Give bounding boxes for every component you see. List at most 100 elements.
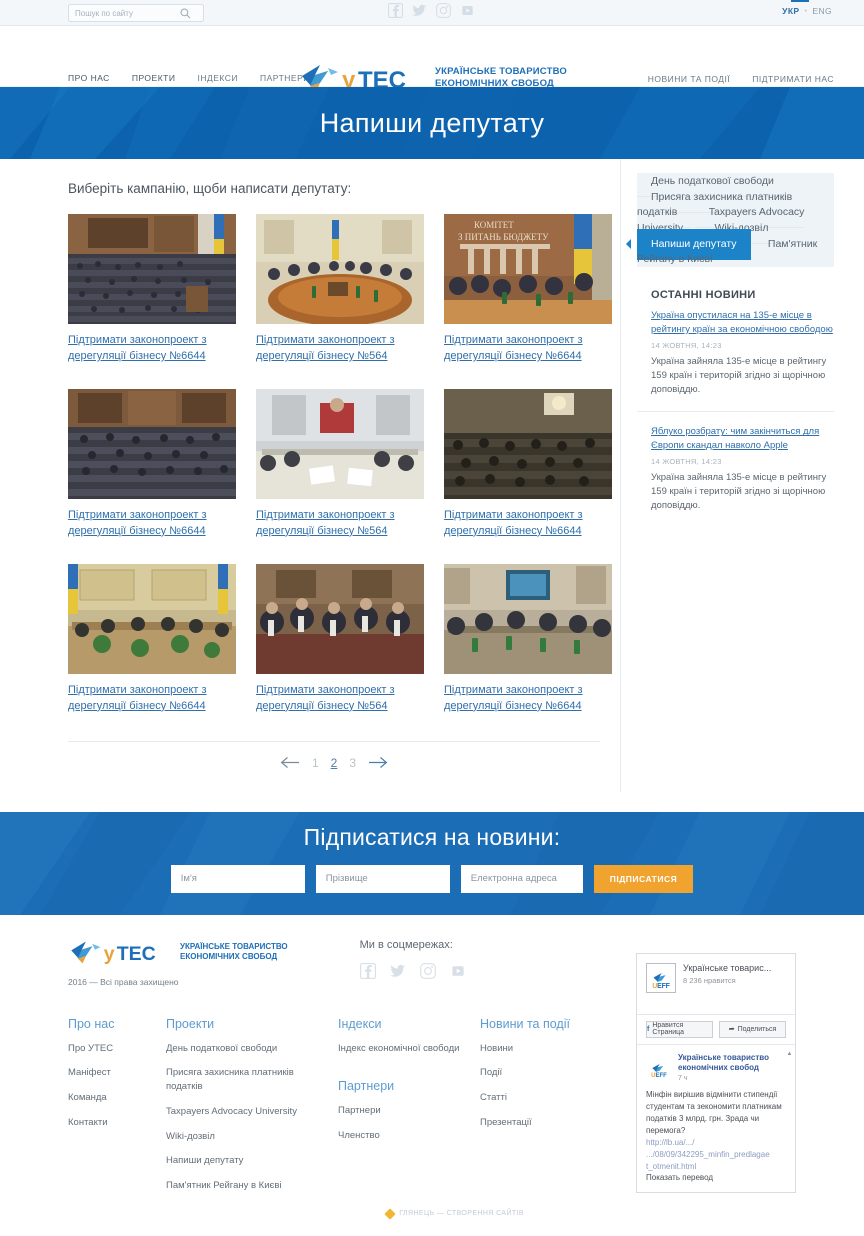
search-input[interactable] [69,8,177,18]
fb-post-author[interactable]: Українське товариство економічних свобод [678,1053,786,1073]
news-title[interactable]: Україна опустилася на 135-е місце в рейт… [651,309,834,337]
lang-ukr[interactable]: УКР [782,6,799,16]
campaign-caption[interactable]: Підтримати законопроект з дерегуляції бі… [444,683,612,715]
campaign-thumbnail[interactable] [444,563,612,674]
utes-bird-icon [653,972,666,982]
footer-link[interactable]: Напиши депутату [166,1154,338,1168]
footer-link[interactable]: Маніфест [68,1066,166,1080]
footer-link[interactable]: Присяга захисника платників податків [166,1066,338,1094]
campaign-thumbnail[interactable] [256,388,424,499]
footer-brand: у ТЕС УКРАЇНСЬКЕ ТОВАРИСТВО ЕКОНОМІЧНИХ … [68,939,288,987]
campaign-thumbnail[interactable] [68,563,236,674]
svg-text:ТЕС: ТЕС [117,943,156,965]
facebook-icon[interactable] [388,3,403,18]
fb-like-page-button[interactable]: f Нравится Страница [646,1020,713,1038]
campaign-card[interactable]: КОМІТЕТ З ПИТАНЬ БЮДЖЕТУ Підтримати зако… [444,214,612,365]
instagram-icon[interactable] [436,3,451,18]
footer-link[interactable]: День податкової свободи [166,1042,338,1056]
campaign-caption[interactable]: Підтримати законопроект з дерегуляції бі… [444,508,612,540]
search-icon[interactable] [177,8,193,19]
footer-sidebar: UEFF Українське товарис... 8 236 нравитс… [620,939,864,1236]
copyright: 2016 — Всі права захищено [68,976,179,987]
twitter-icon[interactable] [389,963,406,979]
section-title: Виберіть кампанію, щоби написати депутат… [68,181,352,196]
footer-link[interactable]: Taxpayers Advocacy University [166,1105,338,1119]
footer-logo[interactable]: у ТЕС УКРАЇНСЬКЕ ТОВАРИСТВО ЕКОНОМІЧНИХ … [68,939,288,965]
campaign-caption[interactable]: Підтримати законопроект з дерегуляції бі… [256,508,424,540]
footer-link[interactable]: Пам'ятник Рейгану в Києві [166,1179,338,1193]
footer-link[interactable]: Членство [338,1129,480,1143]
arrow-right-icon[interactable] [368,756,388,769]
first-name-input[interactable] [170,864,305,893]
campaign-card[interactable]: Підтримати законопроект з дерегуляції бі… [444,388,612,540]
campaign-thumbnail[interactable] [256,214,424,324]
fb-show-translation-link[interactable]: Показать перевод [646,1173,713,1182]
fb-post-link-part2[interactable]: .../08/09/342295_minfin_predlagae [646,1149,786,1161]
footer-link[interactable]: Новини [480,1042,620,1056]
footer-link[interactable]: Партнери [338,1104,480,1118]
campaign-thumbnail[interactable] [256,563,424,674]
campaign-caption[interactable]: Підтримати законопроект з дерегуляції бі… [444,333,612,365]
campaign-card[interactable]: Підтримати законопроект з дерегуляції бі… [444,563,612,715]
campaign-card[interactable]: Підтримати законопроект з дерегуляції бі… [256,388,424,540]
news-excerpt: Україна зайняла 135-е місце в рейтингу 1… [651,355,827,396]
fb-post-header: UEFF Українське товариство економічних с… [646,1052,786,1082]
footer-column-about: Про нас Про УТЕС Маніфест Команда Контак… [68,1017,166,1204]
utes-bird-icon [652,1063,663,1072]
campaign-caption[interactable]: Підтримати законопроект з дерегуляції бі… [68,333,236,365]
svg-text:у: у [104,943,115,965]
footer-link[interactable]: Wiki-дозвіл [166,1130,338,1144]
footer-link[interactable]: Презентації [480,1116,620,1130]
footer-link[interactable]: Події [480,1066,620,1080]
footer-logo-line1: УКРАЇНСЬКЕ ТОВАРИСТВО [180,941,288,951]
campaign-card[interactable]: Підтримати законопроект з дерегуляції бі… [256,563,424,715]
site-footer: у ТЕС УКРАЇНСЬКЕ ТОВАРИСТВО ЕКОНОМІЧНИХ … [0,914,864,1236]
campaign-caption[interactable]: Підтримати законопроект з дерегуляції бі… [256,333,424,365]
arrow-left-icon[interactable] [280,756,300,769]
footer-link[interactable]: Команда [68,1091,166,1105]
campaign-thumbnail[interactable] [68,214,236,324]
footer-link[interactable]: Індекс економічної свободи [338,1042,480,1056]
page-layout: Виберіть кампанію, щоби написати депутат… [0,159,864,792]
campaign-card[interactable]: Підтримати законопроект з дерегуляції бі… [68,563,236,715]
footer-social-links [359,962,466,979]
fb-share-button[interactable]: ➦ Поделиться [719,1020,786,1038]
youtube-icon[interactable] [450,963,466,979]
email-input[interactable] [460,864,583,893]
last-name-input[interactable] [315,864,450,893]
search-box[interactable] [68,4,204,22]
facebook-icon[interactable] [359,962,376,979]
fb-post-link-part3[interactable]: t_otmenit.html [646,1161,786,1173]
campaign-thumbnail[interactable] [444,388,612,499]
instagram-icon[interactable] [419,962,436,979]
fb-post: ▲ UEFF Українське товариство економічних… [637,1043,795,1192]
campaign-caption[interactable]: Підтримати законопроект з дерегуляції бі… [68,508,236,540]
agency-credit[interactable]: ГЛЯНЕЦЬ — СТВОРЕННЯ САЙТІВ [68,1204,620,1236]
news-title[interactable]: Яблуко розбрату: чим закінчиться для Євр… [651,425,834,453]
campaign-card[interactable]: Підтримати законопроект з дерегуляції бі… [68,388,236,540]
footer-link-columns: Про нас Про УТЕС Маніфест Команда Контак… [68,1017,620,1204]
subscribe-button[interactable]: ПІДПИСАТИСЯ [593,864,694,893]
fb-post-link-part1[interactable]: http://lb.ua/.../ [646,1137,786,1149]
campaign-caption[interactable]: Підтримати законопроект з дерегуляції бі… [68,683,236,715]
footer-link[interactable]: Контакти [68,1116,166,1130]
lang-eng[interactable]: ENG [812,6,832,16]
footer-link[interactable]: Статті [480,1091,620,1105]
campaign-thumbnail[interactable] [68,388,236,499]
campaign-card[interactable]: Підтримати законопроект з дерегуляції бі… [256,214,424,365]
footer-link[interactable]: Про УТЕС [68,1042,166,1056]
fb-post-timestamp: 7 ч [678,1074,688,1082]
fb-page-name[interactable]: Українське товарис... [683,963,771,974]
footer-column-heading: Новини та події [480,1016,570,1031]
twitter-icon[interactable] [412,3,427,18]
campaign-caption[interactable]: Підтримати законопроект з дерегуляції бі… [256,683,424,715]
page-1[interactable]: 1 [312,756,319,770]
youtube-icon[interactable] [460,3,475,18]
page-3[interactable]: 3 [349,756,356,770]
campaign-thumbnail[interactable]: КОМІТЕТ З ПИТАНЬ БЮДЖЕТУ [444,214,612,324]
scroll-up-icon[interactable]: ▲ [786,1051,793,1058]
page-2[interactable]: 2 [331,756,338,770]
campaign-card[interactable]: Підтримати законопроект з дерегуляції бі… [68,214,236,365]
footer-column-projects: Проекти День податкової свободи Присяга … [166,1017,338,1204]
lang-separator: • [804,7,808,15]
